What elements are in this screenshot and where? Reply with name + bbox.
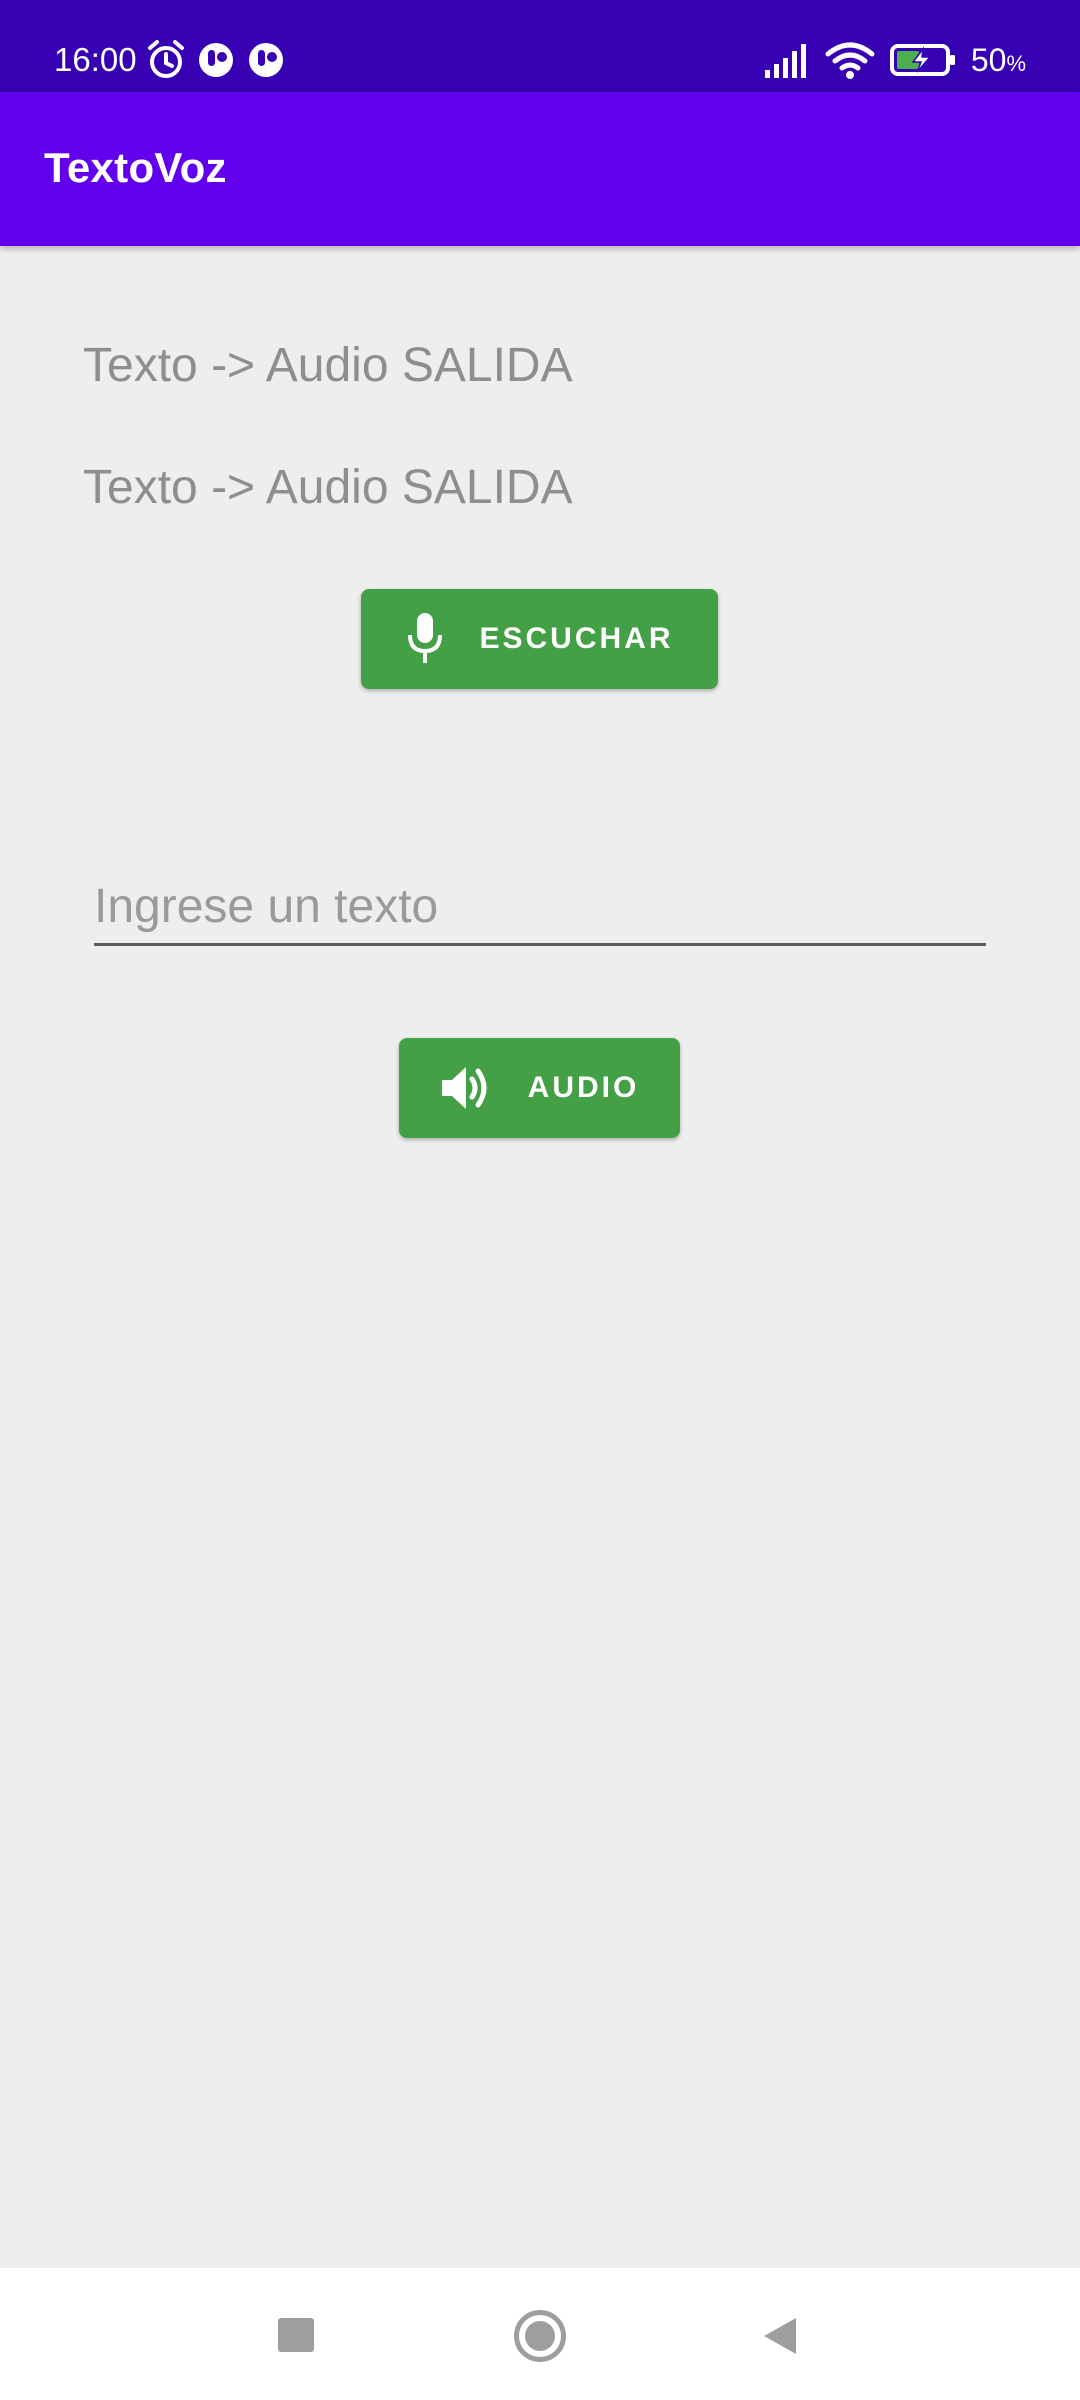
screen: 16:00 50% TextoVoz Texto -> Audio SALIDA… [0, 0, 1080, 2400]
alarm-icon [146, 38, 186, 87]
recents-icon[interactable] [278, 2318, 314, 2352]
listen-button-label: ESCUCHAR [479, 622, 674, 655]
battery-charging-icon [889, 40, 957, 85]
battery-value: 50 [970, 42, 1007, 78]
text-input[interactable] [94, 870, 986, 943]
output-text-1: Texto -> Audio SALIDA [83, 339, 573, 392]
microphone-icon [405, 611, 445, 667]
output-text-2: Texto -> Audio SALIDA [83, 461, 573, 514]
battery-percentage: 50% [971, 38, 1026, 86]
audio-button-label: AUDIO [527, 1071, 640, 1104]
audio-button[interactable]: AUDIO [399, 1038, 680, 1138]
app-bar: TextoVoz [0, 92, 1080, 246]
signal-icon [763, 40, 811, 85]
speaker-icon [440, 1062, 494, 1114]
battery-unit: % [1006, 51, 1026, 76]
status-time: 16:00 [54, 41, 137, 78]
text-input-field[interactable] [94, 870, 986, 946]
status-bar: 16:00 50% [0, 0, 1080, 92]
back-icon[interactable] [762, 2316, 800, 2361]
wifi-icon [825, 40, 875, 85]
listen-button[interactable]: ESCUCHAR [361, 589, 718, 689]
status-notification-icons [146, 38, 286, 87]
home-icon-inner [525, 2321, 555, 2351]
app-notification-icon [196, 38, 236, 87]
status-system-icons: 50% [763, 38, 1026, 86]
navigation-bar [0, 2268, 1080, 2400]
home-icon[interactable] [514, 2310, 566, 2362]
app-title: TextoVoz [44, 144, 227, 191]
app-notification-icon [246, 38, 286, 87]
